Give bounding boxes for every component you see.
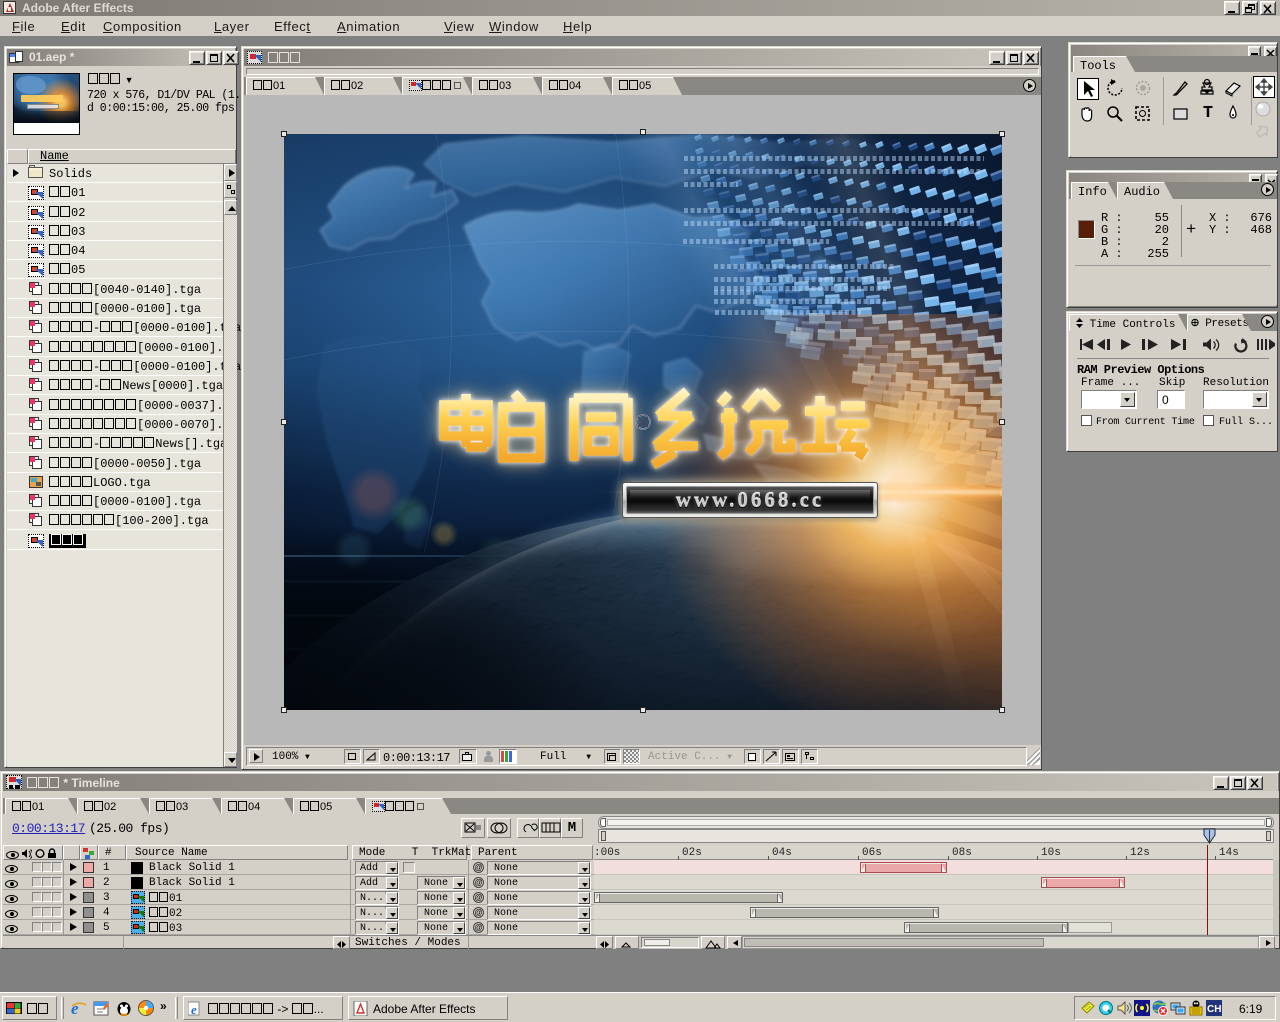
svg-text:e: e — [71, 1000, 79, 1017]
svg-text:e: e — [191, 1002, 197, 1016]
svg-text:CH: CH — [1207, 1004, 1221, 1015]
